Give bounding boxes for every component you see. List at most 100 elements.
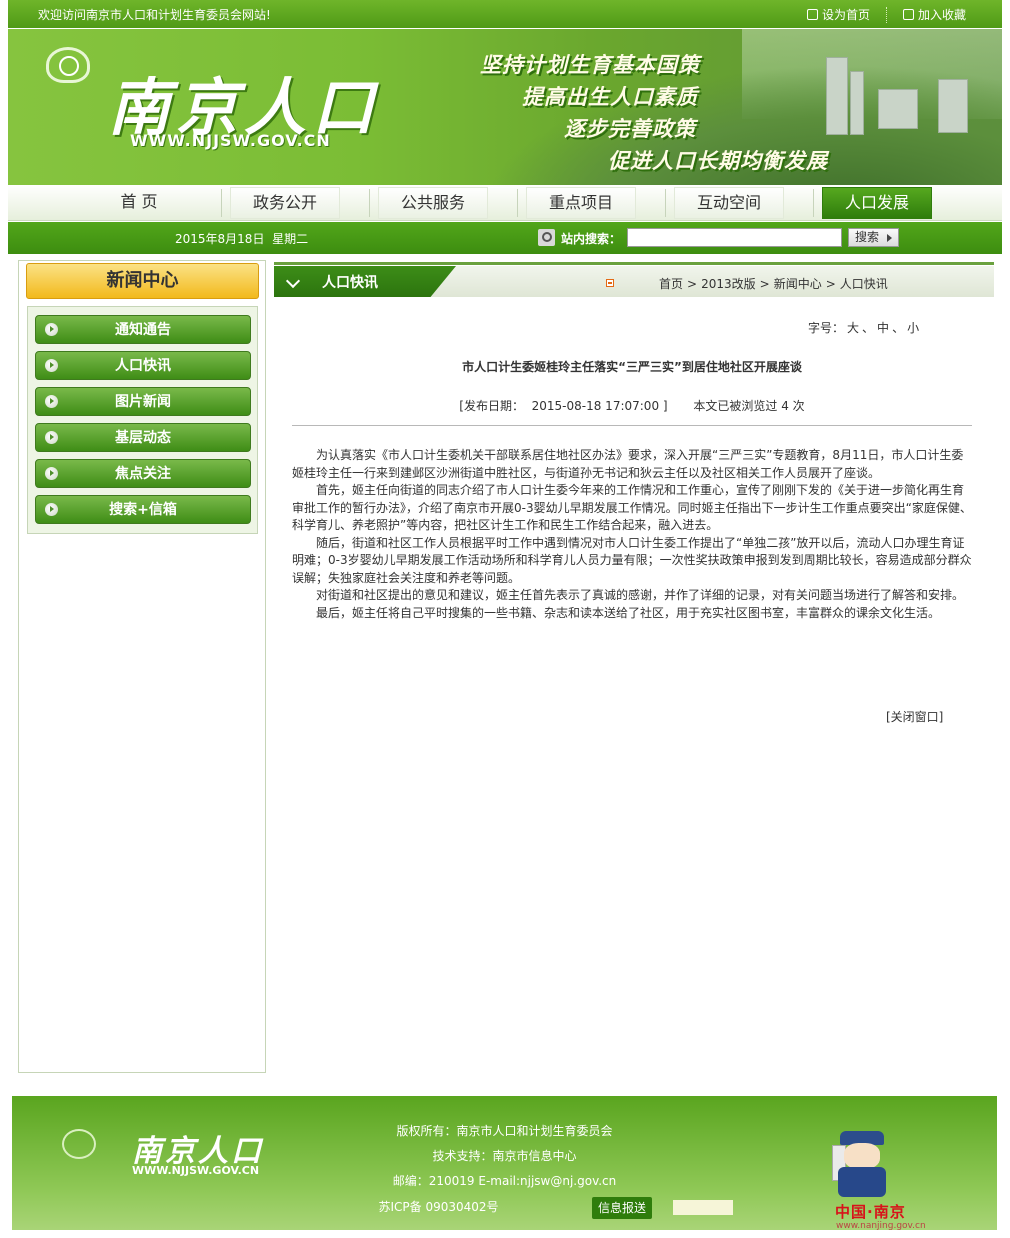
nav-divider [369,189,370,217]
banner-building [850,71,864,135]
slogan-line: 促进人口长期均衡发展 [608,149,828,173]
nav-item-government[interactable]: 政务公开 [230,187,340,219]
article-divider [292,425,972,426]
bullet-arrow-icon [45,503,58,516]
banner-building [878,89,918,129]
breadcrumb-icon [606,279,614,287]
home-icon [806,9,818,20]
main-nav: 首 页 政务公开 公共服务 重点项目 互动空间 人口发展 [8,185,1002,221]
section-tab: 人口快讯 [274,266,456,297]
set-home-link[interactable]: 设为首页 [806,6,870,23]
meta-prefix: [发布日期： [459,399,524,413]
top-links: 设为首页 加入收藏 [806,6,966,23]
divider [885,7,887,23]
sidebar-item-focus[interactable]: 焦点关注 [35,459,251,488]
font-size-medium[interactable]: 中 [877,321,889,335]
info-report-button[interactable]: 信息报送 [592,1197,652,1219]
nav-item-interactive[interactable]: 互动空间 [674,187,784,219]
set-home-label: 设为首页 [821,8,870,22]
breadcrumb-news-center[interactable]: 新闻中心 [774,277,822,291]
nav-item-home[interactable]: 首 页 [84,187,194,219]
article-body: 为认真落实《市人口计生委机关干部联系居住地社区办法》要求，深入开展“三严三实”专… [292,447,972,622]
bullet-arrow-icon [45,467,58,480]
sidebar-item-label: 通知通告 [115,322,171,338]
article-title: 市人口计生委姬桂玲主任落实“三严三实”到居住地社区开展座谈 [462,360,802,374]
china-nanjing-logo[interactable]: 中国·南京 [835,1201,906,1222]
police-mascot-icon[interactable] [832,1131,892,1201]
date-text: 2015年8月18日 [175,232,265,246]
breadcrumb-2013[interactable]: 2013改版 [701,277,756,291]
arrow-down-icon [285,273,301,289]
close-window-link[interactable]: [关闭窗口] [886,708,943,725]
slogan-line: 坚持计划生育基本国策 [480,53,700,77]
sidebar-title: 新闻中心 [26,263,259,299]
sidebar-item-grassroots[interactable]: 基层动态 [35,423,251,452]
font-size-large[interactable]: 大 [847,321,859,335]
footer-blank-box [673,1200,733,1215]
nav-divider [221,189,222,217]
sidebar-item-label: 基层动态 [115,430,171,446]
banner-building [826,57,848,135]
site-logo-icon[interactable] [46,47,90,83]
view-count: 本文已被浏览过 4 次 [693,399,805,413]
bullet-arrow-icon [45,359,58,372]
sidebar-item-search-mailbox[interactable]: 搜索+信箱 [35,495,251,524]
nanjing-gov-url: www.nanjing.gov.cn [836,1221,926,1231]
bullet-arrow-icon [45,431,58,444]
font-size-label: 字号： [808,321,845,335]
article-paragraph: 对街道和社区提出的意见和建议，姬主任首先表示了真诚的感谢，并作了详细的记录，对有… [316,588,965,602]
nav-item-key-projects[interactable]: 重点项目 [526,187,636,219]
banner-building [938,79,968,133]
icp-text[interactable]: 苏ICP备 09030402号 [0,1198,931,1215]
article-paragraph: 最后，姬主任将自己平时搜集的一些书籍、杂志和读本送给了社区，用于充实社区图书室，… [316,605,941,620]
site-search-input[interactable] [627,228,842,247]
add-favorite-link[interactable]: 加入收藏 [902,6,966,23]
sidebar-item-label: 图片新闻 [115,394,171,410]
weekday-text: 星期二 [272,232,309,246]
section-tab-label: 人口快讯 [322,275,378,291]
bullet-arrow-icon [45,395,58,408]
top-welcome-bar: 欢迎访问南京市人口和计划生育委员会网站! 设为首页 加入收藏 [8,0,1002,28]
slogan-line: 提高出生人口素质 [522,85,698,109]
sidebar-menu: 通知通告 人口快讯 图片新闻 基层动态 焦点关注 搜索+信箱 [27,306,258,534]
tab-top-line [274,262,994,265]
police-body [838,1167,886,1197]
left-sidebar: 新闻中心 通知通告 人口快讯 图片新闻 基层动态 焦点关注 搜索+信箱 [18,260,266,1073]
publish-date: 2015-08-18 17:07:00 [531,399,660,413]
sidebar-item-notices[interactable]: 通知通告 [35,315,251,344]
sidebar-item-label: 焦点关注 [115,466,171,482]
sidebar-item-photo-news[interactable]: 图片新闻 [35,387,251,416]
sidebar-item-population-news[interactable]: 人口快讯 [35,351,251,380]
sidebar-item-label: 搜索+信箱 [109,502,177,518]
article-paragraph: 为认真落实《市人口计生委机关干部联系居住地社区办法》要求，深入开展“三严三实”专… [292,448,964,480]
nav-divider [665,189,666,217]
article-paragraph: 随后，街道和社区工作人员根据平时工作中遇到情况对市人口计生委工作提出了“单独二孩… [292,535,972,585]
site-url: WWW.NJJSW.GOV.CN [130,131,331,150]
search-button[interactable]: 搜索 [848,228,899,247]
breadcrumb: 首页 >2013改版 > 新闻中心 > 人口快讯 [659,275,888,292]
search-label: 站内搜索： [561,232,622,246]
current-date: 2015年8月18日 星期二 [175,230,308,247]
nav-item-public-service[interactable]: 公共服务 [378,187,488,219]
bullet-arrow-icon [45,323,58,336]
site-banner: 南京人口 WWW.NJJSW.GOV.CN 坚持计划生育基本国策 提高出生人口素… [8,29,1002,185]
font-size-small[interactable]: 小 [907,321,919,335]
font-size-controls: 字号：大、中、小 [808,321,920,335]
article-paragraph: 首先，姬主任向街道的同志介绍了市人口计生委今年来的工作情况和工作重心，宣传了刚刚… [292,483,972,532]
police-face [844,1143,880,1169]
nav-divider [517,189,518,217]
meta-suffix: ] [662,399,668,413]
nav-divider [813,189,814,217]
search-icon [538,229,555,246]
date-search-bar: 2015年8月18日 星期二 站内搜索： 搜索 [8,222,1002,254]
breadcrumb-separator: > [687,277,698,291]
breadcrumb-population-news[interactable]: 人口快讯 [840,277,888,291]
add-favorite-label: 加入收藏 [917,8,966,22]
breadcrumb-separator: > [825,277,836,291]
nav-item-population[interactable]: 人口发展 [822,187,932,219]
slogan-line: 逐步完善政策 [564,117,696,141]
site-footer: 南京人口 WWW.NJJSW.GOV.CN 版权所有：南京市人口和计划生育委员会… [12,1096,997,1231]
welcome-text: 欢迎访问南京市人口和计划生育委员会网站! [38,8,271,22]
breadcrumb-home[interactable]: 首页 [659,277,683,291]
sidebar-item-label: 人口快讯 [115,358,171,374]
